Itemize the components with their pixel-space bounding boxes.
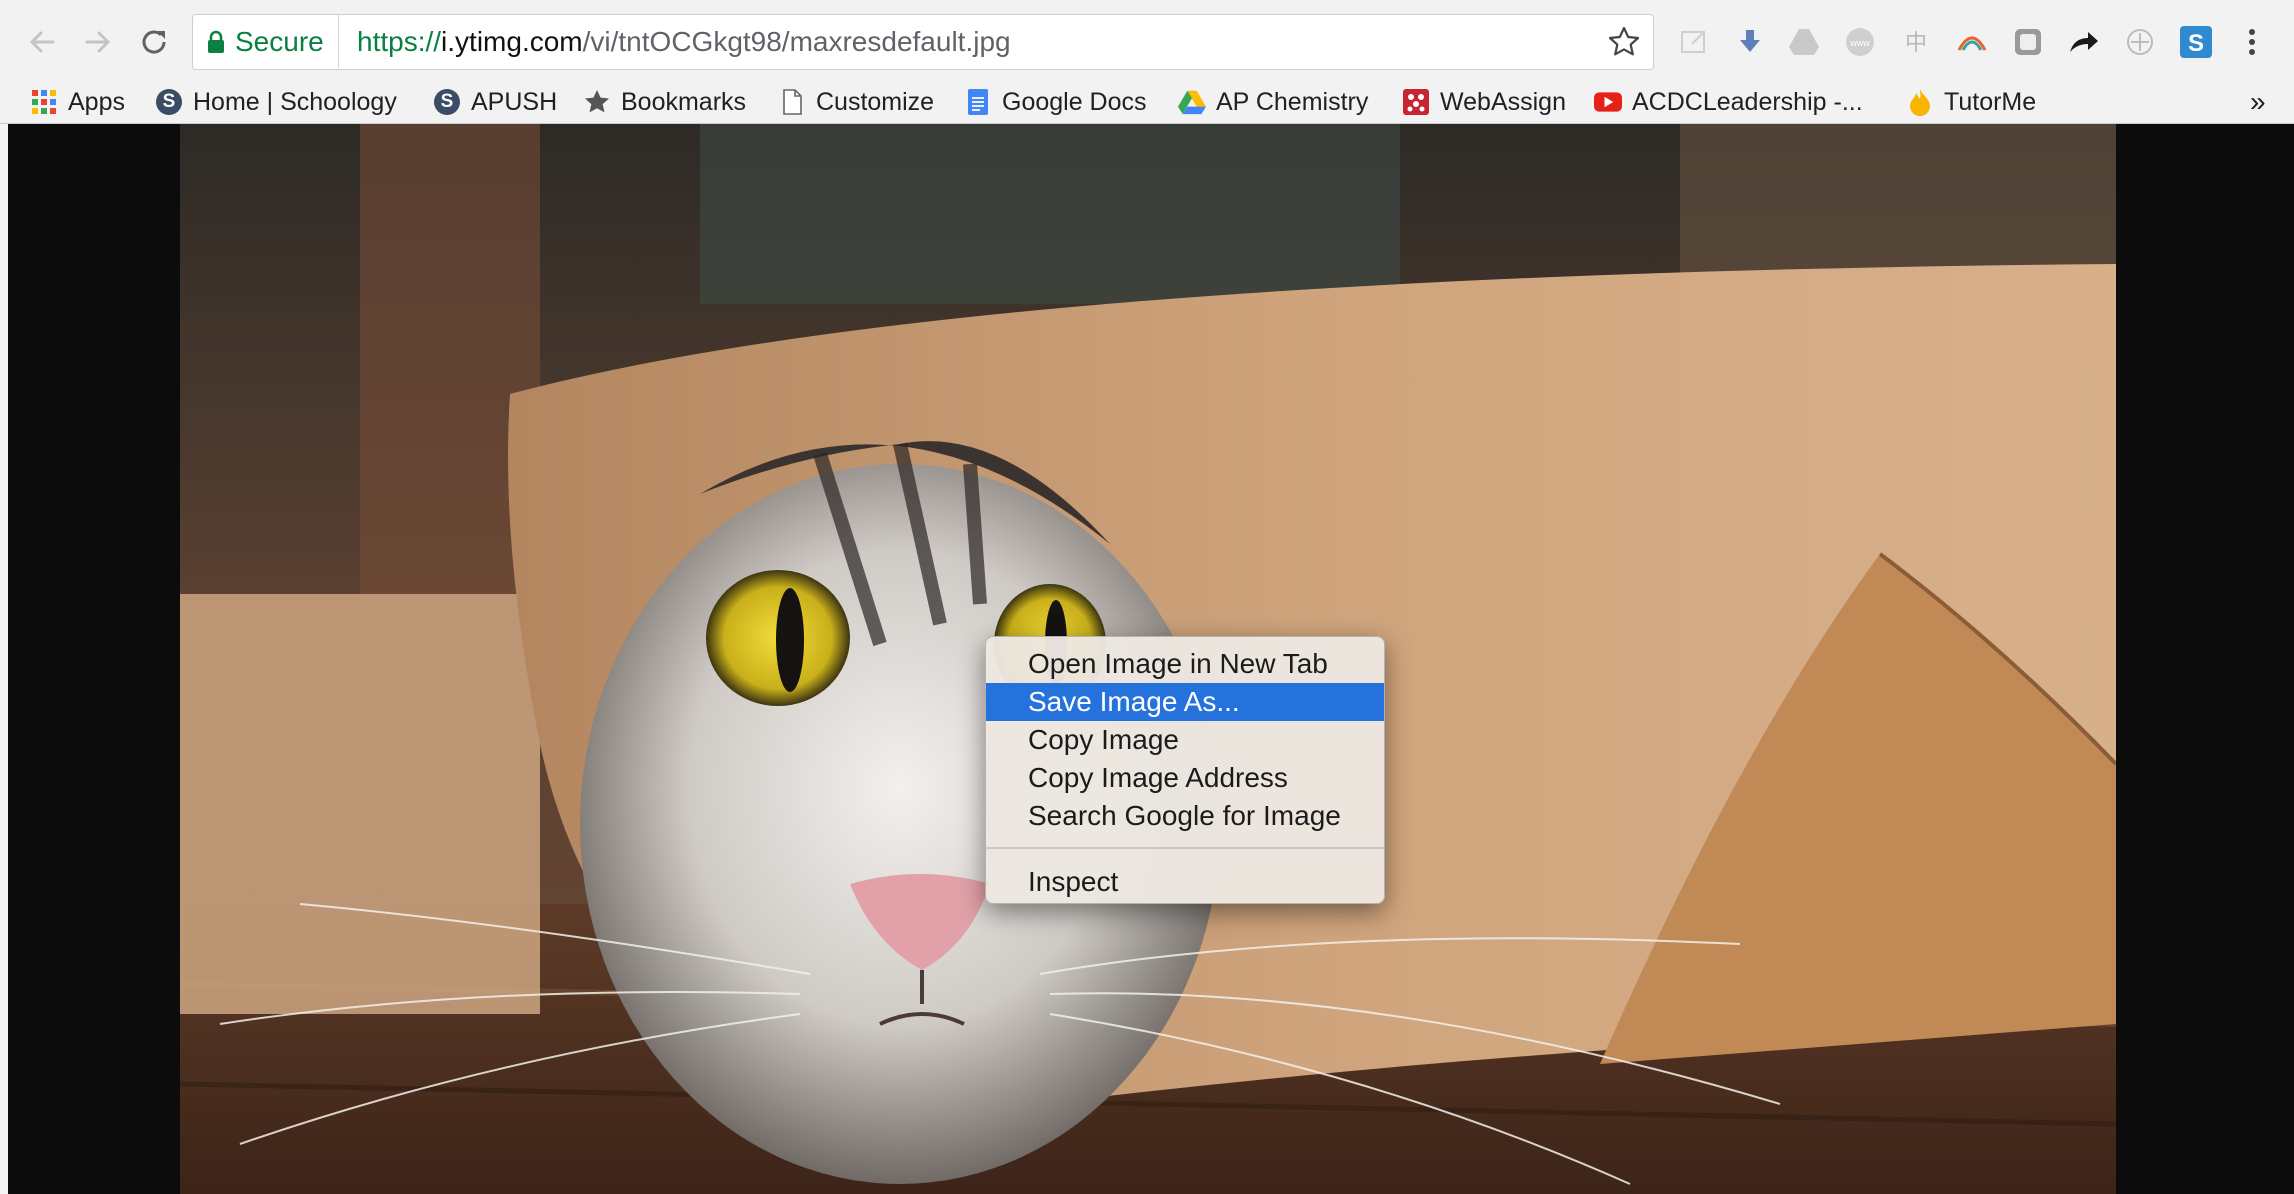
url-text[interactable]: https://i.ytimg.com/vi/tntOCGkgt98/maxre… (357, 15, 1011, 68)
bookmark-customize[interactable]: Customize (778, 82, 934, 122)
bookmark-label: APUSH (471, 87, 558, 116)
bookmark-google-docs[interactable]: Google Docs (964, 82, 1147, 122)
bookmark-label: Home | Schoology (193, 87, 397, 116)
google-docs-icon (964, 88, 992, 116)
back-arrow-icon (29, 31, 55, 53)
address-bar[interactable]: Secure https://i.ytimg.com/vi/tntOCGkgt9… (192, 14, 1654, 70)
bookmark-ap-chemistry[interactable]: AP Chemistry (1178, 82, 1368, 122)
bookmark-label: AP Chemistry (1216, 87, 1369, 116)
bookmark-label: ACDCLeadership -... (1632, 87, 1863, 116)
extension-rainbow-icon[interactable] (1952, 22, 1992, 62)
apps-grid-icon (30, 88, 58, 116)
url-path: /vi/tntOCGkgt98/maxresdefault.jpg (582, 26, 1011, 57)
browser-menu-button[interactable] (2232, 22, 2272, 62)
back-button[interactable] (18, 18, 66, 66)
bookmark-apps[interactable]: Apps (30, 82, 125, 122)
bookmark-star-button[interactable] (1607, 25, 1641, 59)
menu-separator (986, 847, 1384, 849)
page-icon (778, 88, 806, 116)
menu-item-copy-image-address[interactable]: Copy Image Address (986, 759, 1384, 797)
bookmarks-overflow-button[interactable]: » (2250, 82, 2266, 122)
extension-popout-icon[interactable] (1674, 22, 1714, 62)
extension-www-icon[interactable]: www (1840, 22, 1880, 62)
forward-button[interactable] (74, 18, 122, 66)
url-host: i.ytimg.com (441, 26, 583, 57)
star-outline-icon (1608, 26, 1640, 56)
bookmark-label: Customize (816, 87, 935, 116)
extension-download-icon[interactable] (1730, 22, 1770, 62)
browser-toolbar: Secure https://i.ytimg.com/vi/tntOCGkgt9… (0, 0, 2294, 82)
kebab-menu-icon (2249, 29, 2255, 55)
reload-icon (142, 30, 166, 54)
bookmark-apush[interactable]: S APUSH (433, 82, 557, 122)
svg-text:中: 中 (1905, 31, 1927, 56)
bookmark-tutorme[interactable]: TutorMe (1906, 82, 2036, 122)
bookmarks-bar: Apps S Home | Schoology S APUSH Bookmark… (0, 82, 2294, 124)
extension-share-arrow-icon[interactable] (2064, 22, 2104, 62)
menu-item-save-image-as[interactable]: Save Image As... (986, 683, 1384, 721)
security-indicator[interactable]: Secure (207, 15, 339, 68)
reload-button[interactable] (130, 18, 178, 66)
image-context-menu: Open Image in New Tab Save Image As... C… (985, 636, 1385, 904)
forward-arrow-icon (85, 31, 111, 53)
bookmark-label: WebAssign (1440, 87, 1566, 116)
menu-item-copy-image[interactable]: Copy Image (986, 721, 1384, 759)
extension-square-icon[interactable] (2008, 22, 2048, 62)
lock-icon (208, 30, 224, 53)
bookmark-label: Google Docs (1002, 87, 1147, 116)
extension-chinese-icon[interactable]: 中 (1896, 22, 1936, 62)
menu-item-open-image-new-tab[interactable]: Open Image in New Tab (986, 645, 1384, 683)
svg-text:www: www (1849, 38, 1870, 48)
schoology-icon: S (155, 88, 183, 116)
url-scheme: https:// (357, 26, 442, 57)
bookmark-label: TutorMe (1944, 87, 2037, 116)
bookmark-home-schoology[interactable]: S Home | Schoology (155, 82, 397, 122)
bookmark-label: Apps (68, 87, 125, 116)
extension-move-icon[interactable] (2120, 22, 2160, 62)
svg-text:S: S (2188, 30, 2204, 57)
security-label: Secure (235, 25, 324, 57)
background-window-edge (0, 124, 8, 1194)
bookmark-webassign[interactable]: WebAssign (1402, 82, 1566, 122)
menu-item-inspect[interactable]: Inspect (986, 863, 1384, 901)
tutorme-icon (1906, 88, 1934, 116)
extension-s-icon[interactable]: S (2176, 22, 2216, 62)
extension-drive-icon[interactable] (1784, 22, 1824, 62)
bookmark-label: Bookmarks (621, 87, 747, 116)
youtube-icon (1594, 88, 1622, 116)
star-icon (583, 88, 611, 116)
menu-item-search-google-for-image[interactable]: Search Google for Image (986, 797, 1384, 835)
bookmark-bookmarks-folder[interactable]: Bookmarks (583, 82, 746, 122)
webassign-icon (1402, 88, 1430, 116)
bookmark-acdcleadership[interactable]: ACDCLeadership -... (1594, 82, 1863, 122)
google-drive-icon (1178, 88, 1206, 116)
schoology-icon: S (433, 88, 461, 116)
